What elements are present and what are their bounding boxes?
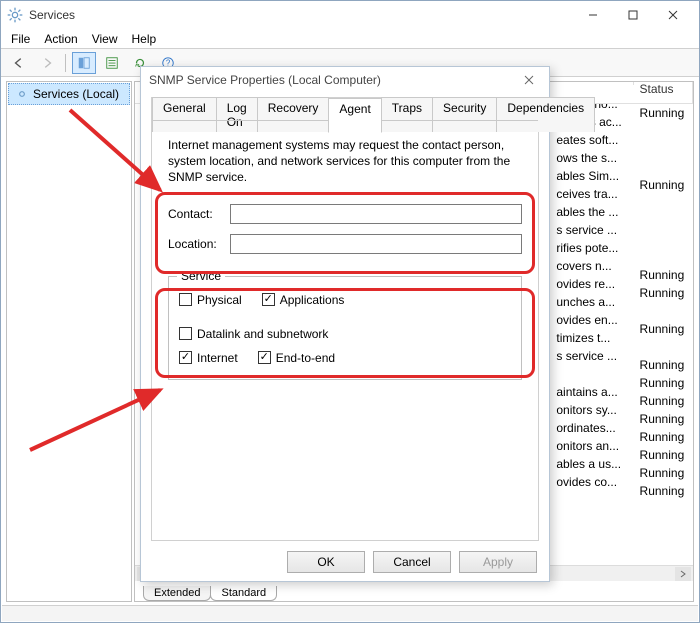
maximize-button[interactable] <box>613 3 653 27</box>
check-internet[interactable]: Internet <box>179 351 238 365</box>
close-button[interactable] <box>653 3 693 27</box>
column-description[interactable]: scription <box>550 82 633 85</box>
bottom-tabs: Extended Standard <box>135 581 693 601</box>
menu-help[interactable]: Help <box>132 32 157 46</box>
agent-description: Internet management systems may request … <box>168 137 522 186</box>
gear-icon <box>15 87 29 101</box>
check-applications[interactable]: Applications <box>262 293 345 307</box>
back-button[interactable] <box>7 52 31 74</box>
dialog-titlebar: SNMP Service Properties (Local Computer) <box>141 67 549 93</box>
apply-button[interactable]: Apply <box>459 551 537 573</box>
scroll-right-icon[interactable] <box>675 567 691 581</box>
check-applications-label: Applications <box>280 293 345 307</box>
tree-item-services-local[interactable]: Services (Local) <box>8 83 130 105</box>
location-input[interactable] <box>230 234 522 254</box>
forward-button[interactable] <box>35 52 59 74</box>
menu-view[interactable]: View <box>92 32 118 46</box>
check-datalink[interactable]: Datalink and subnetwork <box>179 327 328 341</box>
menubar: File Action View Help <box>1 29 699 49</box>
check-datalink-label: Datalink and subnetwork <box>197 327 328 341</box>
column-status[interactable]: Status <box>634 82 693 103</box>
agent-tab-panel: Internet management systems may request … <box>152 120 538 540</box>
dialog-title: SNMP Service Properties (Local Computer) <box>149 73 381 87</box>
check-internet-label: Internet <box>197 351 238 365</box>
menu-file[interactable]: File <box>11 32 30 46</box>
window-title: Services <box>29 8 75 22</box>
check-endtoend[interactable]: End-to-end <box>258 351 335 365</box>
services-icon <box>7 7 23 23</box>
statusbar <box>2 605 698 621</box>
tree-pane: Services (Local) <box>6 81 132 602</box>
contact-input[interactable] <box>230 204 522 224</box>
titlebar: Services <box>1 1 699 29</box>
dialog-buttons: OK Cancel Apply <box>287 551 537 573</box>
check-physical[interactable]: Physical <box>179 293 242 307</box>
service-group-legend: Service <box>177 269 225 283</box>
location-label: Location: <box>168 237 230 251</box>
show-hide-tree-button[interactable] <box>72 52 96 74</box>
dialog-close-button[interactable] <box>517 70 541 90</box>
tree-item-label: Services (Local) <box>33 87 119 101</box>
check-physical-label: Physical <box>197 293 242 307</box>
snmp-properties-dialog: SNMP Service Properties (Local Computer)… <box>140 66 550 582</box>
menu-action[interactable]: Action <box>44 32 77 46</box>
tab-agent[interactable]: Agent <box>328 98 381 133</box>
tab-extended[interactable]: Extended <box>143 586 211 601</box>
tab-standard[interactable]: Standard <box>210 586 277 601</box>
service-group: Service Physical Applications Datalink a… <box>168 276 522 380</box>
contact-label: Contact: <box>168 207 230 221</box>
export-button[interactable] <box>100 52 124 74</box>
check-endtoend-label: End-to-end <box>276 351 335 365</box>
ok-button[interactable]: OK <box>287 551 365 573</box>
minimize-button[interactable] <box>573 3 613 27</box>
cancel-button[interactable]: Cancel <box>373 551 451 573</box>
